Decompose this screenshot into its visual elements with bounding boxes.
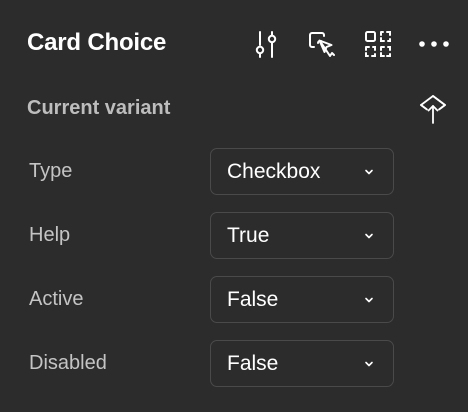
more-options-button[interactable] [416,26,452,62]
select-value: False [227,288,279,311]
property-row-type: Type Checkbox [0,148,468,196]
property-row-active: Active False [0,276,468,324]
property-row-disabled: Disabled False [0,340,468,388]
property-label: Active [29,288,84,310]
help-select[interactable]: True [210,212,394,259]
property-label: Type [29,160,73,182]
detach-button[interactable] [416,92,450,126]
more-horizontal-icon [419,41,449,47]
cursor-select-icon [309,32,335,57]
dashed-grid-icon [365,31,391,57]
adjust-properties-button[interactable] [248,26,284,62]
panel-header: Card Choice [0,0,468,88]
select-value: True [227,224,270,247]
current-variant-section: Current variant [0,88,468,128]
component-grid-button[interactable] [360,26,396,62]
sliders-icon [255,31,277,58]
chevron-down-icon [365,233,373,239]
select-value: Checkbox [227,160,321,183]
property-row-help: Help True [0,212,468,260]
active-select[interactable]: False [210,276,394,323]
chevron-down-icon [365,297,373,303]
section-title: Current variant [27,97,171,119]
chevron-down-icon [365,169,373,175]
properties-panel: Card Choice Current variant Type Checkbo… [0,0,468,412]
property-label: Help [29,224,71,246]
chevron-down-icon [365,361,373,367]
panel-title: Card Choice [27,29,167,56]
property-label: Disabled [29,352,107,374]
select-value: False [227,352,279,375]
detach-icon [420,95,446,124]
type-select[interactable]: Checkbox [210,148,394,195]
select-instance-button[interactable] [303,26,339,62]
disabled-select[interactable]: False [210,340,394,387]
